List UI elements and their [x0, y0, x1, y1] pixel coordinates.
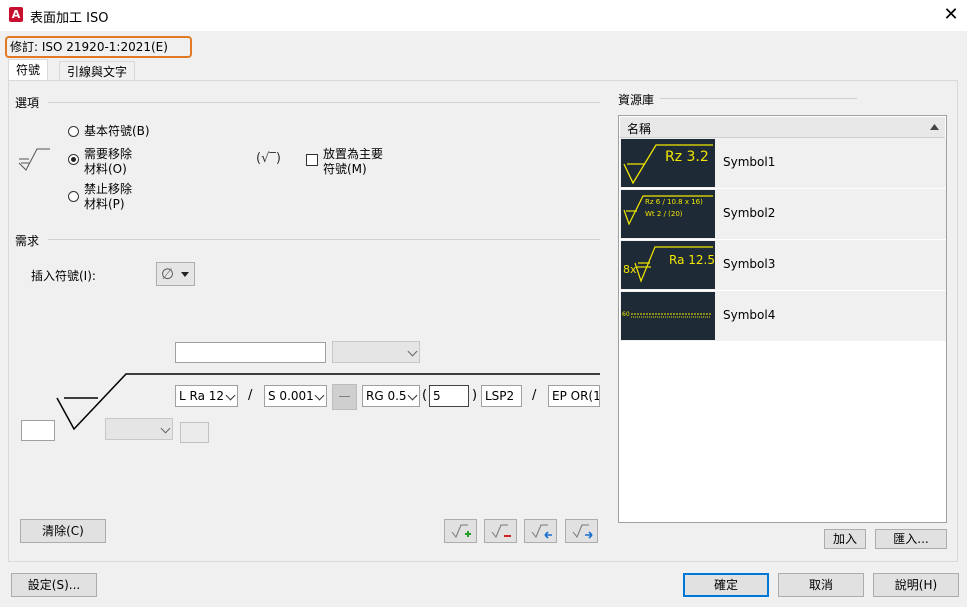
library-item-symbol2[interactable]: Rz 6 / 10.8 x 16) Wt 2 / (20) Symbol2 [620, 189, 946, 239]
symbol2-name: Symbol2 [723, 206, 776, 220]
symbol3-preview: 8x Ra 12.5 [621, 241, 715, 289]
symbol-arrow-right-icon [572, 524, 593, 539]
add-button[interactable]: 加入 [824, 529, 866, 549]
top-text-field[interactable] [175, 342, 326, 363]
radio-remove-label-2: 材料(O) [84, 162, 127, 176]
chevron-down-icon [160, 423, 171, 434]
dropdown-arrow-icon [181, 272, 189, 277]
radio-prohibit-removal[interactable] [68, 191, 79, 202]
app-logo-icon: A [9, 7, 23, 22]
symbol-arrow-left-icon [531, 524, 552, 539]
chevron-down-icon [314, 390, 325, 401]
symbol3-name: Symbol3 [723, 257, 776, 271]
bottom-select-disabled[interactable] [105, 418, 173, 440]
library-item-symbol1[interactable]: Rz 3.2 Symbol1 [620, 138, 946, 188]
library-group-label: 資源庫 [618, 91, 659, 108]
ra-select-value: L Ra 12 [179, 389, 225, 403]
title-bar [0, 0, 967, 31]
remove-material-symbol-icon [18, 148, 50, 171]
insert-symbol-dropdown[interactable]: ∅ [156, 262, 195, 286]
symbol1-preview: Rz 3.2 [621, 139, 715, 187]
settings-button[interactable]: 設定(S)... [11, 573, 97, 597]
rg-select[interactable]: RG 0.5 [362, 385, 420, 407]
symbol1-preview-text: Rz 3.2 [665, 149, 709, 165]
requirements-group-label: 需求 [15, 232, 44, 249]
requirements-divider [48, 239, 600, 240]
radio-remove-label-1: 需要移除 [84, 147, 133, 161]
library-item-symbol4[interactable]: 60 Symbol4 [620, 291, 946, 341]
revision-label: 修訂: ISO 21920-1:2021(E) [5, 36, 192, 58]
diameter-icon: ∅ [161, 265, 175, 283]
ep-field[interactable]: EP OR(1 [548, 385, 600, 407]
primary-symbol-preview: (√‾) [256, 151, 281, 166]
chevron-down-icon [225, 390, 236, 401]
import-button[interactable]: 匯入... [875, 529, 947, 549]
s-select[interactable]: S 0.001 [264, 385, 327, 407]
paren-open: ( [422, 388, 428, 403]
library-item-symbol3[interactable]: 8x Ra 12.5 Symbol3 [620, 240, 946, 290]
symbol4-name: Symbol4 [723, 308, 776, 322]
dash-button[interactable]: — [332, 384, 357, 410]
close-icon[interactable]: ✕ [938, 3, 964, 27]
options-group-label: 選項 [15, 94, 44, 111]
cancel-button[interactable]: 取消 [778, 573, 864, 597]
separator-slash-2: / [532, 388, 537, 403]
tab-leader-text[interactable]: 引線與文字 [59, 61, 136, 81]
add-symbol-button[interactable] [444, 519, 477, 543]
symbol4-preview-text: 60 [622, 311, 630, 318]
left-text-field[interactable] [21, 420, 55, 441]
symbol-remove-icon [491, 524, 511, 538]
radio-prohibit-label-2: 材料(P) [84, 197, 125, 211]
count-field[interactable]: 5 [429, 385, 469, 407]
library-column-name: 名稱 [627, 122, 652, 136]
sort-ascending-icon [930, 124, 939, 130]
lsp-field[interactable]: LSP2 [481, 385, 522, 407]
remove-symbol-button[interactable] [484, 519, 517, 543]
ra-select[interactable]: L Ra 12 [175, 385, 238, 407]
bottom-text-field[interactable] [180, 422, 209, 443]
symbol3-preview-text: Ra 12.5 [669, 253, 715, 267]
symbol-add-icon [451, 524, 471, 538]
symbol2-preview: Rz 6 / 10.8 x 16) Wt 2 / (20) [621, 190, 715, 238]
tab-symbol[interactable]: 符號 [8, 59, 49, 81]
library-divider [660, 98, 857, 99]
separator-slash-1: / [248, 388, 253, 403]
s-select-value: S 0.001 [268, 389, 314, 403]
chevron-down-icon [407, 390, 418, 401]
chevron-down-icon [407, 346, 418, 357]
insert-symbol-label: 插入符號(I): [31, 269, 96, 283]
primary-symbol-checkbox[interactable] [306, 154, 318, 166]
radio-prohibit-label-1: 禁止移除 [84, 182, 133, 196]
move-right-button[interactable] [565, 519, 598, 543]
paren-close: ) [472, 388, 478, 403]
radio-basic-symbol[interactable] [68, 126, 79, 137]
options-divider [48, 102, 600, 103]
top-select-disabled[interactable] [332, 341, 420, 363]
move-left-button[interactable] [524, 519, 557, 543]
symbol4-preview: 60 [621, 292, 715, 340]
symbol2-preview-line2: Wt 2 / (20) [645, 210, 683, 218]
symbol1-name: Symbol1 [723, 155, 776, 169]
window-title: 表面加工 ISO [30, 11, 109, 26]
ok-button[interactable]: 確定 [683, 573, 769, 597]
rg-select-value: RG 0.5 [366, 389, 407, 403]
clear-button[interactable]: 清除(C) [20, 519, 106, 543]
radio-remove-material[interactable] [68, 154, 79, 165]
radio-basic-label: 基本符號(B) [84, 124, 150, 138]
primary-symbol-label-2: 符號(M) [323, 162, 367, 176]
symbol2-preview-line1: Rz 6 / 10.8 x 16) [645, 198, 703, 206]
help-button[interactable]: 說明(H) [873, 573, 959, 597]
library-column-header[interactable]: 名稱 [620, 117, 945, 138]
symbol3-preview-prefix: 8x [623, 263, 637, 276]
symbol4-preview-drawing [631, 313, 711, 318]
primary-symbol-label-1: 放置為主要 [323, 147, 384, 161]
